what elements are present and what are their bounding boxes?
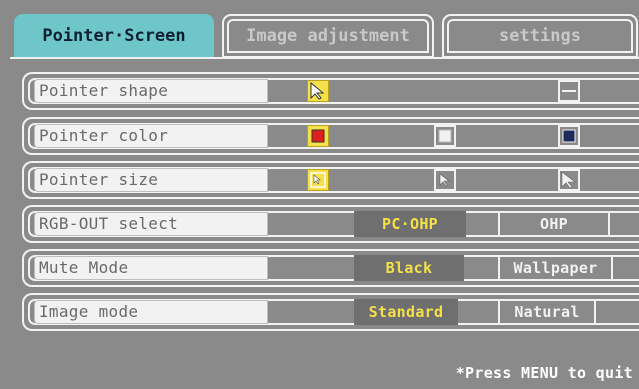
osd-menu: Pointer·Screen Image adjustment settings… [0, 0, 639, 389]
small-pointer-icon[interactable] [307, 169, 329, 191]
rgb-out-pc-ohp-option[interactable]: PC·OHP [354, 211, 466, 237]
navy-swatch-icon[interactable] [558, 125, 580, 147]
mute-wallpaper-option[interactable]: Wallpaper [498, 255, 613, 281]
image-mode-natural-option[interactable]: Natural [498, 299, 596, 325]
row-mute-mode[interactable]: Mute Mode Black Wallpaper [22, 249, 639, 287]
tab-image-adjustment-label: Image adjustment [246, 26, 410, 46]
row-rgb-out-select[interactable]: RGB-OUT select PC·OHP OHP [22, 205, 639, 243]
tab-image-adjustment[interactable]: Image adjustment [222, 14, 434, 58]
tab-settings-label: settings [499, 26, 581, 46]
medium-pointer-icon[interactable] [434, 169, 456, 191]
white-swatch-icon[interactable] [434, 125, 456, 147]
mute-black-option[interactable]: Black [354, 255, 464, 281]
quit-hint: *Press MENU to quit [455, 364, 633, 382]
pointer-shape-label: Pointer shape [34, 79, 268, 103]
row-pointer-size[interactable]: Pointer size [22, 161, 639, 199]
pointer-color-label: Pointer color [34, 124, 268, 148]
rgb-out-select-label: RGB-OUT select [34, 212, 268, 236]
tab-pointer-screen-label: Pointer·Screen [42, 26, 186, 46]
tab-underline [10, 57, 639, 59]
red-swatch-icon[interactable] [307, 125, 329, 147]
image-mode-standard-option[interactable]: Standard [354, 299, 458, 325]
tab-settings[interactable]: settings [442, 14, 638, 58]
row-image-mode[interactable]: Image mode Standard Natural [22, 293, 639, 331]
row-pointer-color[interactable]: Pointer color [22, 117, 639, 155]
image-mode-label: Image mode [34, 300, 268, 324]
rgb-out-ohp-option[interactable]: OHP [498, 211, 610, 237]
large-pointer-icon[interactable] [558, 169, 580, 191]
bar-pointer-icon[interactable] [558, 80, 580, 102]
tab-pointer-screen[interactable]: Pointer·Screen [14, 14, 214, 58]
row-pointer-shape[interactable]: Pointer shape [22, 72, 639, 110]
mute-mode-label: Mute Mode [34, 256, 268, 280]
pointer-size-label: Pointer size [34, 168, 268, 192]
arrow-pointer-icon[interactable] [307, 80, 329, 102]
